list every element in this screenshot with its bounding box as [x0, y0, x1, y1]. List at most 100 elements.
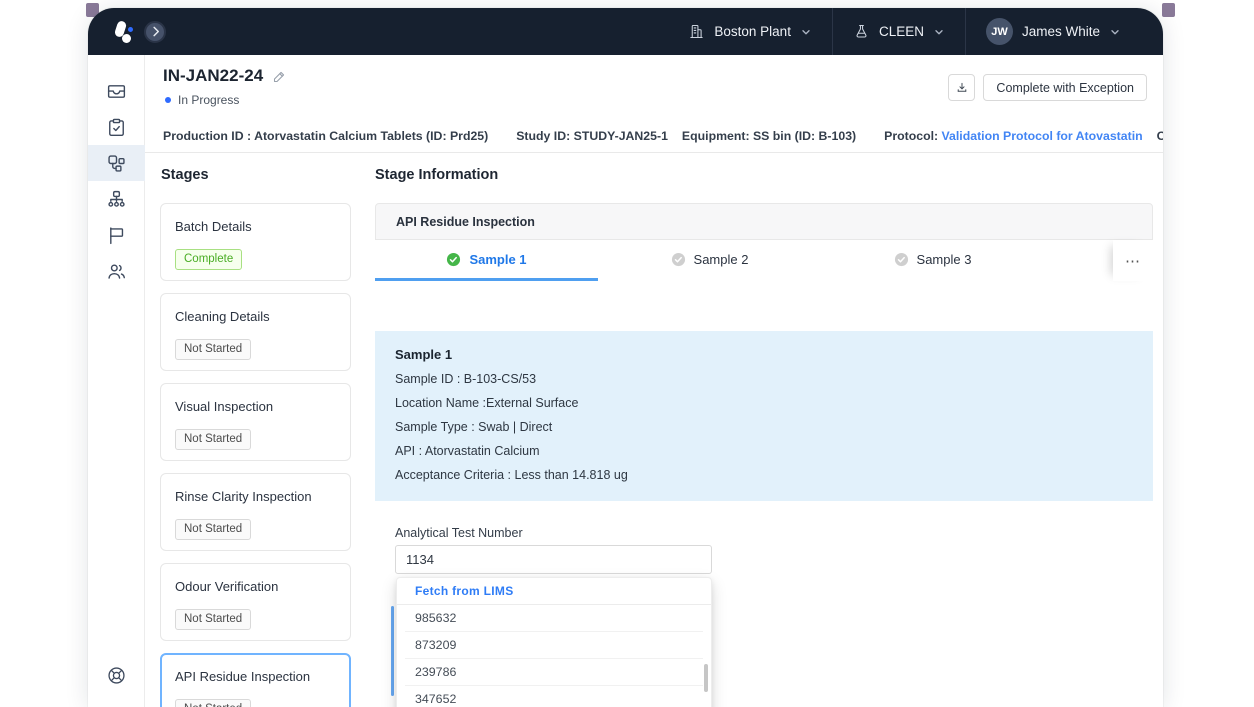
chevron-down-icon [933, 26, 945, 38]
flag-icon [106, 225, 127, 246]
stage-information-panel: API Residue Inspection Sample 1 Sample 2 [375, 203, 1153, 281]
sample-details-box: Sample 1 Sample ID : B-103-CS/53 Locatio… [375, 331, 1153, 501]
chevron-right-icon [150, 26, 161, 37]
stage-card-rinse-clarity[interactable]: Rinse Clarity Inspection Not Started [160, 473, 351, 551]
created-on-text: Created on: 01/10/2025 11:41:39 [1157, 129, 1163, 143]
background-decor-right [1162, 3, 1175, 17]
module-label: CLEEN [879, 24, 924, 39]
dropdown-option[interactable]: 239786 [405, 659, 703, 686]
tab-label: Sample 3 [917, 252, 972, 267]
nav-tasks[interactable] [88, 109, 145, 145]
ellipsis-icon: ⋯ [1125, 252, 1141, 270]
complete-with-exception-button[interactable]: Complete with Exception [983, 74, 1147, 101]
left-nav-rail [88, 55, 145, 707]
plant-selector[interactable]: Boston Plant [668, 8, 832, 55]
stage-card-batch-details[interactable]: Batch Details Complete [160, 203, 351, 281]
stage-status-badge: Not Started [175, 339, 251, 360]
app-logo-icon [110, 19, 136, 45]
stage-status-badge: Not Started [175, 609, 251, 630]
dropdown-option[interactable]: 985632 [405, 605, 703, 632]
nav-users[interactable] [88, 253, 145, 289]
stage-card-title: Batch Details [175, 219, 336, 234]
chevron-down-icon [1109, 26, 1121, 38]
plant-label: Boston Plant [714, 24, 791, 39]
stage-card-title: Odour Verification [175, 579, 336, 594]
hierarchy-icon [106, 189, 127, 210]
stage-card-title: Rinse Clarity Inspection [175, 489, 336, 504]
nav-inbox[interactable] [88, 73, 145, 109]
user-menu[interactable]: JW James White [966, 8, 1141, 55]
check-circle-icon [671, 252, 686, 267]
main-content: Stages Batch Details Complete Cleaning D… [145, 153, 1163, 707]
location-name-text: Location Name :External Surface [395, 391, 1133, 415]
sample-tab-bar: Sample 1 Sample 2 Sample 3 ⋯ [375, 240, 1153, 281]
check-circle-icon [446, 252, 461, 267]
production-id-text: Production ID : Atorvastatin Calcium Tab… [163, 129, 488, 143]
clipboard-check-icon [106, 117, 127, 138]
test-number-dropdown: Fetch from LIMS 985632 873209 239786 347… [396, 577, 712, 707]
analytical-test-number-input[interactable] [395, 545, 712, 574]
protocol-label: Protocol: [884, 129, 938, 143]
check-circle-icon [894, 252, 909, 267]
tab-sample-1[interactable]: Sample 1 [375, 240, 598, 281]
top-header: Boston Plant CLEEN JW [88, 8, 1163, 55]
nav-workflows[interactable] [88, 145, 145, 181]
stage-information-heading: Stage Information [375, 167, 498, 183]
stage-status-badge: Not Started [175, 519, 251, 540]
acceptance-criteria-text: Acceptance Criteria : Less than 14.818 u… [395, 463, 1133, 487]
avatar: JW [986, 18, 1013, 45]
sidebar-collapse-button[interactable] [144, 21, 166, 43]
edit-pencil-icon[interactable] [272, 69, 287, 84]
nav-help[interactable] [88, 657, 145, 693]
users-icon [106, 261, 127, 282]
record-id: IN-JAN22-24 [163, 66, 263, 86]
app-window: Boston Plant CLEEN JW [88, 8, 1163, 707]
status-badge: In Progress [178, 93, 239, 107]
dropdown-option[interactable]: 873209 [405, 632, 703, 659]
stage-status-badge: Complete [175, 249, 242, 270]
stage-status-badge: Not Started [175, 429, 251, 450]
page-header: IN-JAN22-24 In Progress Complete with Ex… [145, 55, 1163, 120]
dropdown-scrollbar[interactable] [704, 664, 708, 692]
nav-hierarchy[interactable] [88, 181, 145, 217]
flask-icon [853, 23, 870, 40]
tab-label: Sample 2 [694, 252, 749, 267]
dropdown-option[interactable]: 347652 [405, 686, 703, 707]
download-icon [955, 81, 969, 95]
nav-flags[interactable] [88, 217, 145, 253]
api-text: API : Atorvastatin Calcium [395, 439, 1133, 463]
stage-card-api-residue-inspection[interactable]: API Residue Inspection Not Started [160, 653, 351, 707]
stage-card-title: API Residue Inspection [175, 669, 336, 684]
fetch-from-lims-option[interactable]: Fetch from LIMS [397, 578, 711, 605]
panel-title: API Residue Inspection [375, 203, 1153, 240]
workflow-icon [106, 153, 127, 174]
tab-sample-2[interactable]: Sample 2 [598, 240, 821, 281]
building-icon [688, 23, 705, 40]
module-selector[interactable]: CLEEN [833, 8, 965, 55]
stage-card-visual-inspection[interactable]: Visual Inspection Not Started [160, 383, 351, 461]
analytical-test-number-label: Analytical Test Number [395, 526, 523, 540]
stage-card-list: Batch Details Complete Cleaning Details … [160, 203, 351, 707]
protocol-text: Protocol: Validation Protocol for Atovas… [884, 129, 1143, 143]
stage-card-title: Cleaning Details [175, 309, 336, 324]
equipment-text: Equipment: SS bin (ID: B-103) [682, 129, 856, 143]
sample-id-text: Sample ID : B-103-CS/53 [395, 367, 1133, 391]
tab-overflow-button[interactable]: ⋯ [1113, 240, 1153, 281]
tab-sample-3[interactable]: Sample 3 [821, 240, 1044, 281]
sample-title: Sample 1 [395, 347, 1133, 362]
stage-card-odour-verification[interactable]: Odour Verification Not Started [160, 563, 351, 641]
focused-field-edge [391, 606, 394, 696]
screen: Boston Plant CLEEN JW [0, 0, 1254, 707]
stage-card-title: Visual Inspection [175, 399, 336, 414]
status-dot-icon [165, 97, 171, 103]
stage-status-badge: Not Started [175, 699, 251, 707]
life-buoy-icon [106, 665, 127, 686]
protocol-link[interactable]: Validation Protocol for Atovastatin [942, 129, 1143, 143]
chevron-down-icon [800, 26, 812, 38]
header-right-cluster: Boston Plant CLEEN JW [668, 8, 1163, 55]
stages-heading: Stages [161, 167, 209, 183]
study-id-text: Study ID: STUDY-JAN25-1 [516, 129, 668, 143]
tab-label: Sample 1 [469, 252, 526, 267]
stage-card-cleaning-details[interactable]: Cleaning Details Not Started [160, 293, 351, 371]
download-button[interactable] [948, 74, 975, 101]
